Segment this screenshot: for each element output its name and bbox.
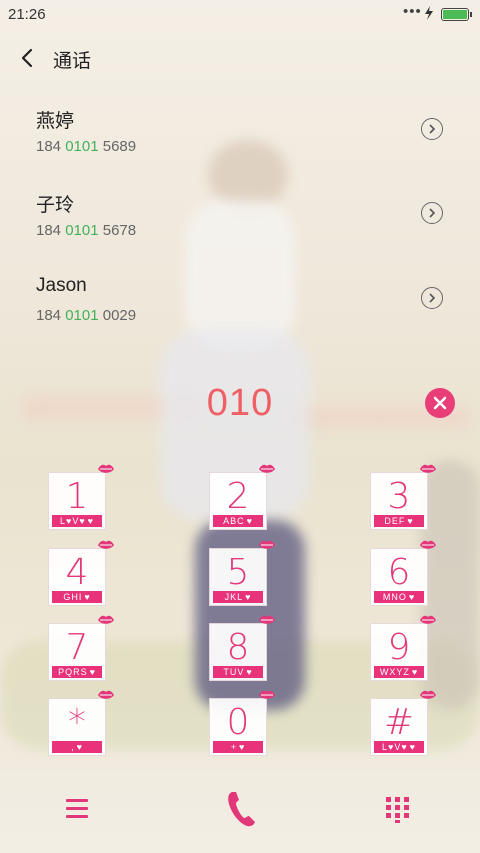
menu-button[interactable] [66,799,88,819]
key-digit: # [383,702,415,743]
clear-input-button[interactable] [425,388,455,418]
contact-number: 184 0101 5689 [36,138,137,155]
dial-key[interactable]: *, ♥ [48,690,114,756]
contact-detail-icon[interactable] [421,202,443,224]
key-letters: + ♥ [213,741,263,753]
lips-icon [259,690,275,699]
status-bar: 21:26 ••• [0,0,480,28]
lips-icon [420,690,436,699]
lips-icon [98,464,114,473]
key-digit: 8 [226,627,250,668]
dial-key[interactable]: # L♥V♥ ♥ [370,690,436,756]
key-letters: , ♥ [52,741,102,753]
dial-key[interactable]: 4 GHI ♥ [48,540,114,606]
key-digit: 9 [387,627,411,668]
key-digit: 1 [65,476,89,517]
lips-icon [98,690,114,699]
dial-number-display[interactable]: 010 [140,382,340,425]
key-digit: 4 [65,552,89,593]
lips-icon [259,615,275,624]
bottom-bar [0,775,480,845]
dial-key[interactable]: 9 WXYZ ♥ [370,615,436,681]
dial-key[interactable]: 0 + ♥ [209,690,275,756]
dial-key[interactable]: 1 L♥V♥ ♥ [48,464,114,530]
key-letters: ABC ♥ [213,515,263,527]
lips-icon [259,540,275,549]
battery-icon [441,8,472,21]
contact-name: 燕婷 [36,111,75,132]
contact-detail-icon[interactable] [421,118,443,140]
key-digit: 3 [387,476,411,517]
lips-icon [420,464,436,473]
dial-key[interactable]: 6 MNO ♥ [370,540,436,606]
status-time: 21:26 [8,6,46,23]
lips-icon [259,464,275,473]
contact-name: 子玲 [36,195,75,216]
key-letters: TUV ♥ [213,666,263,678]
key-digit: 7 [65,627,89,668]
dial-key[interactable]: 3 DEF ♥ [370,464,436,530]
key-digit: 0 [226,702,250,743]
dial-key[interactable]: 5 JKL ♥ [209,540,275,606]
key-letters: WXYZ ♥ [374,666,424,678]
contact-number: 184 0101 0029 [36,307,137,324]
key-letters: DEF ♥ [374,515,424,527]
lips-icon [98,540,114,549]
keypad-toggle-button[interactable] [386,797,410,823]
key-digit: 2 [226,476,250,517]
page-title: 通话 [53,51,92,72]
contact-name: Jason [36,275,87,296]
key-letters: PQRS ♥ [52,666,102,678]
charging-icon [425,6,433,20]
key-letters: L♥V♥ ♥ [52,515,102,527]
key-digit: 5 [226,552,250,593]
dial-key[interactable]: 8 TUV ♥ [209,615,275,681]
back-arrow-icon[interactable] [18,46,38,70]
call-button[interactable] [225,789,257,829]
key-letters: JKL ♥ [213,591,263,603]
dial-key[interactable]: 2 ABC ♥ [209,464,275,530]
close-icon [433,396,447,410]
key-digit: * [68,702,86,743]
contact-row[interactable]: 子玲 184 0101 5678 [0,190,480,270]
contact-row[interactable]: 燕婷 184 0101 5689 [0,106,480,186]
contact-number: 184 0101 5678 [36,222,137,239]
lips-icon [420,540,436,549]
key-letters: MNO ♥ [374,591,424,603]
key-digit: 6 [387,552,411,593]
key-letters: GHI ♥ [52,591,102,603]
contact-row[interactable]: Jason 184 0101 0029 [0,275,480,355]
lips-icon [420,615,436,624]
lips-icon [98,615,114,624]
contact-detail-icon[interactable] [421,287,443,309]
key-letters: L♥V♥ ♥ [374,741,424,753]
more-notifications-icon: ••• [403,3,422,20]
dial-key[interactable]: 7 PQRS ♥ [48,615,114,681]
header: 通话 [0,38,480,78]
